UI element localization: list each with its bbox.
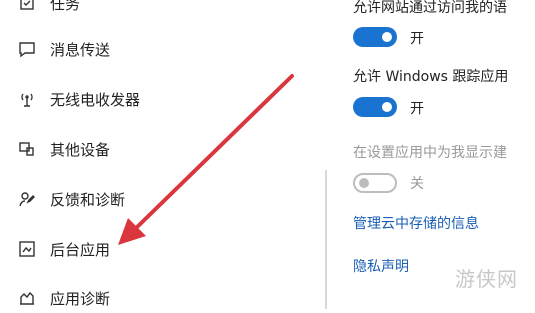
setting-label-suggested-content: 在设置应用中为我显示建 [353, 145, 507, 161]
manage-cloud-info-link[interactable]: 管理云中存储的信息 [353, 213, 479, 233]
task-icon [16, 0, 38, 14]
app-diagnostics-icon [16, 287, 38, 309]
setting-label-app-launch-tracking: 允许 Windows 跟踪应用 [353, 69, 509, 85]
sidebar-item-feedback[interactable]: 反馈和诊断 [16, 184, 125, 214]
sidebar-item-label: 任务 [50, 0, 81, 13]
message-icon [16, 38, 38, 60]
radio-antenna-icon [16, 88, 38, 110]
toggle-state-label: 开 [410, 31, 424, 47]
privacy-statement-link[interactable]: 隐私声明 [353, 256, 409, 276]
setting-label-website-language: 允许网站通过访问我的语 [353, 0, 507, 16]
sidebar-item-messaging[interactable]: 消息传送 [16, 34, 110, 64]
pane-divider [325, 170, 327, 309]
background-apps-icon [16, 238, 38, 260]
toggle-suggested-content[interactable] [353, 173, 397, 193]
sidebar-item-background-apps[interactable]: 后台应用 [16, 234, 110, 264]
sidebar-item-other-devices[interactable]: 其他设备 [16, 134, 110, 164]
sidebar-item-label: 后台应用 [50, 240, 111, 259]
devices-icon [16, 138, 38, 160]
sidebar-item-label: 无线电收发器 [50, 90, 141, 109]
sidebar-item-label: 其他设备 [50, 140, 111, 159]
toggle-app-launch-tracking[interactable] [353, 97, 397, 117]
toggle-state-label: 关 [410, 176, 424, 192]
toggle-website-language[interactable] [353, 27, 397, 47]
settings-sidebar: 任务 消息传送 无线电收发器 其他设备 反馈和诊断 后台应用 应用诊断 [0, 0, 330, 309]
watermark: 游侠网 [455, 267, 518, 291]
sidebar-item-label: 应用诊断 [50, 289, 111, 308]
toggle-state-label: 开 [410, 101, 424, 117]
sidebar-item-radios[interactable]: 无线电收发器 [16, 84, 140, 114]
feedback-icon [16, 188, 38, 210]
sidebar-item-tasks[interactable]: 任务 [16, 0, 80, 18]
sidebar-item-label: 消息传送 [50, 40, 111, 59]
sidebar-item-label: 反馈和诊断 [50, 190, 126, 209]
